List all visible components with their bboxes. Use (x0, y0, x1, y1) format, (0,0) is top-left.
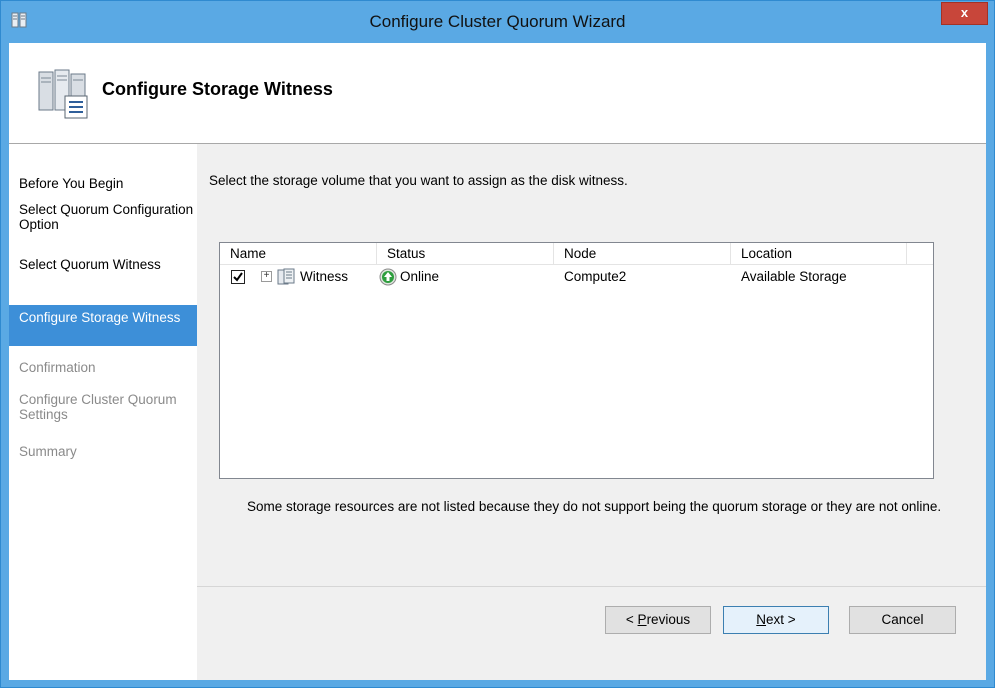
online-status-icon (379, 268, 397, 286)
page-title: Configure Storage Witness (102, 79, 333, 99)
step-configure-cluster-quorum-settings: Configure Cluster Quorum Settings (19, 392, 177, 422)
wizard-header: Configure Storage Witness (9, 43, 986, 144)
previous-button[interactable]: < Previous (605, 606, 711, 634)
step-before-you-begin[interactable]: Before You Begin (9, 173, 197, 194)
column-header-location[interactable]: Location (731, 243, 907, 264)
window-title: Configure Cluster Quorum Wizard (369, 12, 626, 31)
column-header-name[interactable]: Name (220, 243, 377, 264)
wizard-window: Configure Cluster Quorum Wizard x Config… (0, 0, 995, 688)
storage-witness-icon (38, 69, 88, 119)
row-status: Online (400, 269, 440, 284)
instruction-text: Select the storage volume that you want … (209, 173, 628, 188)
cancel-button[interactable]: Cancel (849, 606, 956, 634)
next-access-key: N (756, 612, 767, 627)
column-header-node[interactable]: Node (554, 243, 731, 264)
column-header-status[interactable]: Status (377, 243, 554, 264)
title-bar[interactable]: Configure Cluster Quorum Wizard x (1, 1, 994, 43)
row-location: Available Storage (741, 269, 847, 284)
expand-icon[interactable]: + (261, 271, 272, 282)
row-node: Compute2 (564, 269, 627, 284)
step-select-quorum-witness[interactable]: Select Quorum Witness (9, 254, 197, 275)
step-configure-storage-witness[interactable]: Configure Storage Witness (9, 305, 197, 346)
previous-access-key: P (637, 612, 647, 627)
step-select-quorum-configuration-option[interactable]: Select Quorum Configuration Option (9, 199, 197, 235)
storage-note: Some storage resources are not listed be… (247, 499, 942, 514)
witness-checkbox[interactable] (231, 270, 245, 284)
checkmark-icon (233, 272, 243, 282)
list-header: Name Status Node Location (220, 243, 933, 265)
storage-volume-list[interactable]: Name Status Node Location + Witness Onli… (219, 242, 934, 479)
disk-icon (277, 268, 295, 285)
row-name: Witness (300, 269, 349, 284)
step-confirmation: Confirmation (19, 360, 96, 375)
table-row[interactable]: + Witness Online Compute2 Available Stor… (220, 267, 933, 287)
next-button[interactable]: Next > (723, 606, 829, 634)
wizard-content: Select the storage volume that you want … (197, 144, 986, 680)
step-summary: Summary (19, 444, 77, 459)
next-label-suffix: ext > (766, 612, 796, 627)
wizard-steps-nav: Before You Begin Select Quorum Configura… (9, 144, 197, 680)
close-button[interactable]: x (941, 2, 988, 25)
previous-label-prefix: < (625, 612, 638, 627)
footer-divider (197, 586, 986, 587)
previous-label-suffix: revious (646, 612, 691, 627)
